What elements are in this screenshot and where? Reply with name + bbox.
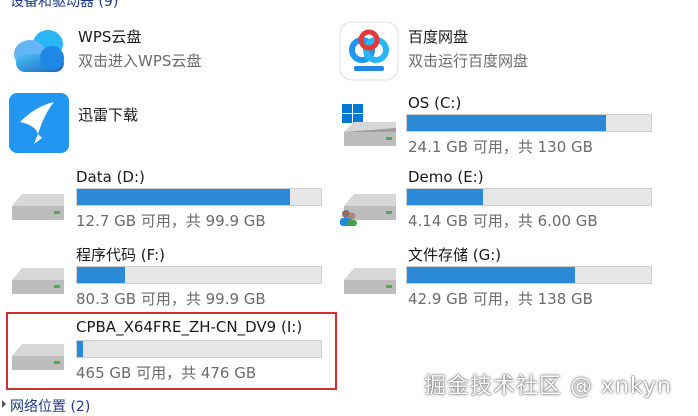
selection-highlight-box [6,312,337,390]
drive-name: OS (C:) [408,94,462,112]
drive-usage-bar [76,266,322,284]
drive-capacity: 80.3 GB 可用，共 99.9 GB [76,290,266,308]
devices-section-header[interactable]: 设备和驱动器 (9) [10,0,118,10]
drive-capacity: 12.7 GB 可用，共 99.9 GB [76,212,266,230]
drive-f-item[interactable]: 程序代码 (F:) 80.3 GB 可用，共 99.9 GB [8,240,328,308]
drive-name: Demo (E:) [408,168,484,186]
drive-name: Data (D:) [76,168,145,186]
app-subtitle: 双击运行百度网盘 [408,52,529,70]
baidu-netdisk-item[interactable]: 百度网盘 双击运行百度网盘 [338,20,668,84]
drive-c-item[interactable]: OS (C:) 24.1 GB 可用，共 130 GB [338,92,668,156]
drive-name: 文件存储 (G:) [408,246,502,264]
drive-d-item[interactable]: Data (D:) 12.7 GB 可用，共 99.9 GB [8,166,328,230]
wps-cloud-item[interactable]: WPS云盘 双击进入WPS云盘 [8,20,328,84]
app-name: WPS云盘 [78,28,142,46]
xunlei-icon [8,92,70,154]
drive-usage-bar [406,188,652,206]
drive-g-item[interactable]: 文件存储 (G:) 42.9 GB 可用，共 138 GB [338,240,668,308]
app-subtitle: 双击进入WPS云盘 [78,52,202,70]
drive-usage-fill [407,115,606,131]
drive-usage-bar [406,266,652,284]
drive-usage-fill [77,189,290,205]
drive-e-item[interactable]: Demo (E:) 4.14 GB 可用，共 6.00 GB [338,166,668,230]
app-name: 迅雷下载 [78,106,139,124]
windows-drive-icon [338,92,400,154]
hard-drive-icon [338,240,400,302]
network-section-header[interactable]: 网络位置 (2) [10,396,90,415]
watermark-text: 掘金技术社区 @ xnkyn [424,374,672,399]
drive-capacity: 24.1 GB 可用，共 130 GB [408,138,593,156]
chevron-right-icon[interactable] [2,400,6,408]
drive-usage-fill [407,267,576,283]
wps-cloud-icon [8,20,70,82]
xunlei-item[interactable]: 迅雷下载 [8,92,328,156]
shared-drive-icon [338,166,400,228]
drive-capacity: 42.9 GB 可用，共 138 GB [408,290,593,308]
drive-usage-bar [76,188,322,206]
drive-capacity: 4.14 GB 可用，共 6.00 GB [408,212,598,230]
app-name: 百度网盘 [408,28,469,46]
drive-usage-fill [77,267,125,283]
drive-name: 程序代码 (F:) [76,246,165,264]
drive-usage-fill [407,189,483,205]
hard-drive-icon [8,240,70,302]
baidu-netdisk-icon [338,20,400,82]
hard-drive-icon [8,166,70,228]
drive-usage-bar [406,114,652,132]
